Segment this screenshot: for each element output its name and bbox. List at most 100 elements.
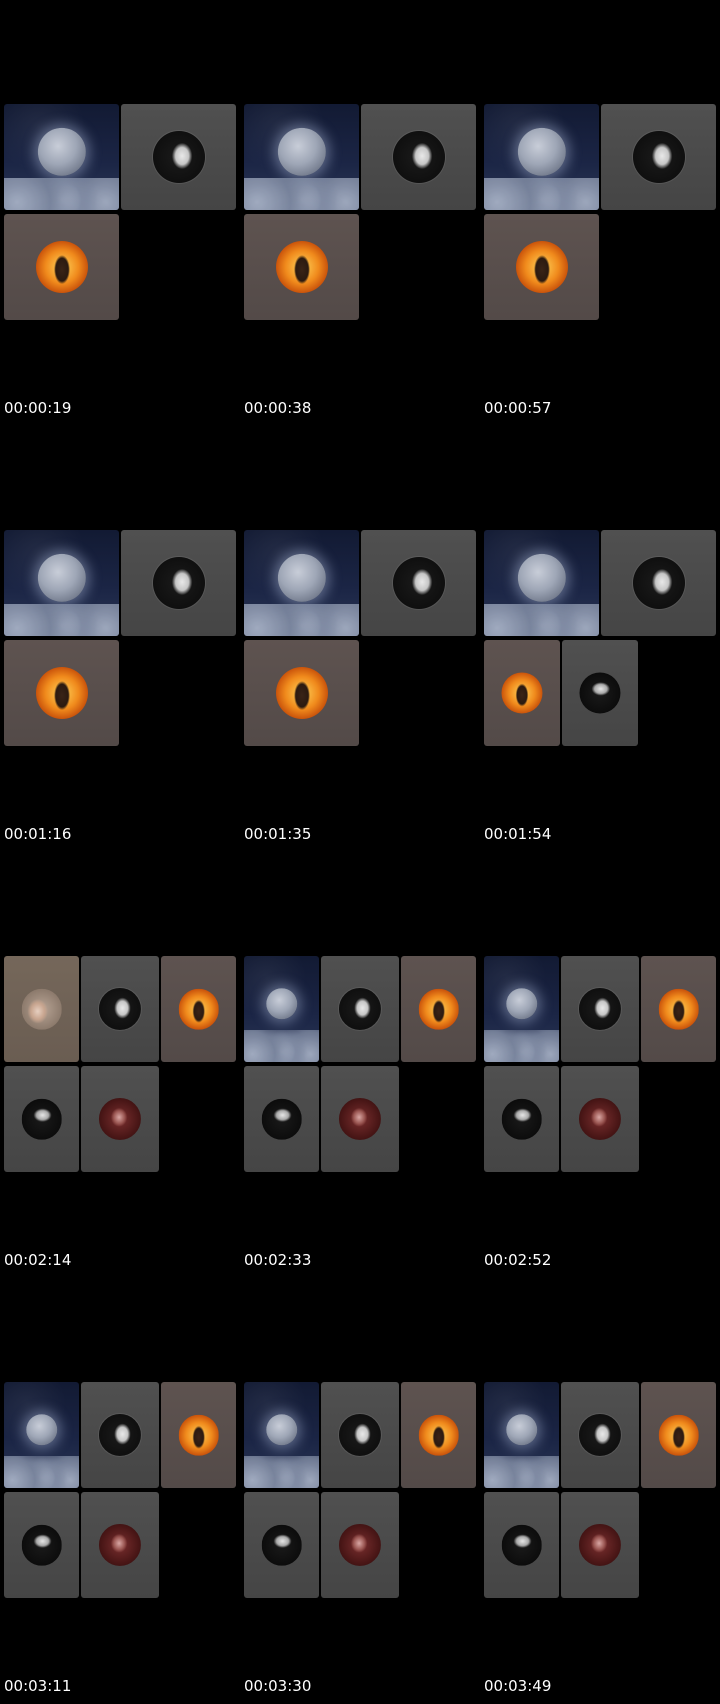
mono-avatar-tile[interactable] xyxy=(244,1492,319,1598)
timestamp: 00:03:49 xyxy=(484,1677,552,1695)
woman-avatar-tile[interactable] xyxy=(321,1382,399,1488)
moon-image xyxy=(517,127,566,176)
fire-avatar-tile[interactable] xyxy=(484,214,599,320)
moon-tile[interactable] xyxy=(484,956,559,1062)
timestamp: 00:00:57 xyxy=(484,399,552,417)
frame-9: 00:02:52 xyxy=(480,852,720,1278)
fire-avatar xyxy=(418,1414,459,1456)
red-avatar xyxy=(578,1523,622,1567)
red-avatar-tile[interactable] xyxy=(561,1492,639,1598)
moon-image xyxy=(277,127,326,176)
fire-avatar-tile[interactable] xyxy=(161,1382,236,1488)
woman-avatar xyxy=(578,987,622,1031)
fire-avatar-tile[interactable] xyxy=(401,1382,476,1488)
red-avatar-tile[interactable] xyxy=(81,1492,159,1598)
cloud-image xyxy=(244,178,359,210)
fire-avatar-tile[interactable] xyxy=(641,956,716,1062)
frame-3: 00:00:57 xyxy=(480,0,720,426)
woman-avatar xyxy=(632,131,685,183)
fire-avatar xyxy=(501,672,543,714)
fire-avatar-tile[interactable] xyxy=(161,956,236,1062)
fire-avatar-tile[interactable] xyxy=(244,214,359,320)
frame-7: 00:02:14 xyxy=(0,852,240,1278)
mono-avatar-tile[interactable] xyxy=(4,1492,79,1598)
moon-tile[interactable] xyxy=(484,1382,559,1488)
tile-grid xyxy=(480,956,720,1172)
moon-tile[interactable] xyxy=(484,104,599,210)
tile-grid xyxy=(240,956,480,1172)
mono-avatar xyxy=(261,1098,302,1140)
frame-6: 00:01:54 xyxy=(480,426,720,852)
hand-avatar-tile[interactable] xyxy=(4,956,79,1062)
mono-avatar-tile[interactable] xyxy=(562,640,638,746)
fire-avatar-tile[interactable] xyxy=(244,640,359,746)
woman-avatar-tile[interactable] xyxy=(561,956,639,1062)
fire-avatar xyxy=(35,667,88,719)
red-avatar-tile[interactable] xyxy=(561,1066,639,1172)
moon-tile[interactable] xyxy=(484,530,599,636)
mono-avatar-tile[interactable] xyxy=(484,1066,559,1172)
cloud-image xyxy=(484,1030,559,1062)
tile-grid xyxy=(0,1382,240,1598)
frame-12: 00:03:49 xyxy=(480,1278,720,1704)
red-avatar xyxy=(578,1097,622,1141)
woman-avatar-tile[interactable] xyxy=(601,530,716,636)
moon-tile[interactable] xyxy=(244,104,359,210)
woman-avatar-tile[interactable] xyxy=(81,956,159,1062)
red-avatar-tile[interactable] xyxy=(321,1066,399,1172)
woman-avatar-tile[interactable] xyxy=(121,530,236,636)
mono-avatar xyxy=(501,1098,542,1140)
hand-avatar xyxy=(21,988,62,1030)
fire-avatar xyxy=(178,988,219,1030)
mono-avatar-tile[interactable] xyxy=(484,1492,559,1598)
frame-4: 00:01:16 xyxy=(0,426,240,852)
cloud-image xyxy=(484,604,599,636)
red-avatar xyxy=(338,1097,382,1141)
woman-avatar xyxy=(632,557,685,609)
woman-avatar-tile[interactable] xyxy=(361,530,476,636)
woman-avatar-tile[interactable] xyxy=(121,104,236,210)
mono-avatar xyxy=(21,1098,62,1140)
fire-avatar-tile[interactable] xyxy=(4,640,119,746)
woman-avatar xyxy=(152,557,205,609)
tile-grid xyxy=(480,530,720,746)
cloud-image xyxy=(484,1456,559,1488)
woman-avatar-tile[interactable] xyxy=(601,104,716,210)
woman-avatar-tile[interactable] xyxy=(321,956,399,1062)
tile-grid xyxy=(0,530,240,746)
red-avatar-tile[interactable] xyxy=(321,1492,399,1598)
fire-avatar-tile[interactable] xyxy=(4,214,119,320)
woman-avatar xyxy=(98,1413,142,1457)
moon-tile[interactable] xyxy=(244,956,319,1062)
timestamp: 00:01:35 xyxy=(244,825,312,843)
moon-image xyxy=(37,127,86,176)
woman-avatar-tile[interactable] xyxy=(361,104,476,210)
tile-grid xyxy=(240,530,480,746)
fire-avatar-tile[interactable] xyxy=(641,1382,716,1488)
tile-grid xyxy=(240,104,480,320)
fire-avatar xyxy=(658,988,699,1030)
red-avatar-tile[interactable] xyxy=(81,1066,159,1172)
red-avatar xyxy=(338,1523,382,1567)
mono-avatar-tile[interactable] xyxy=(244,1066,319,1172)
timestamp: 00:00:38 xyxy=(244,399,312,417)
fire-avatar-tile[interactable] xyxy=(401,956,476,1062)
fire-avatar-tile[interactable] xyxy=(484,640,560,746)
timestamp: 00:02:33 xyxy=(244,1251,312,1269)
frame-5: 00:01:35 xyxy=(240,426,480,852)
mono-avatar-tile[interactable] xyxy=(4,1066,79,1172)
frame-8: 00:02:33 xyxy=(240,852,480,1278)
moon-tile[interactable] xyxy=(4,530,119,636)
moon-image xyxy=(37,553,86,602)
moon-tile[interactable] xyxy=(244,530,359,636)
moon-tile[interactable] xyxy=(4,104,119,210)
cloud-image xyxy=(4,604,119,636)
woman-avatar-tile[interactable] xyxy=(81,1382,159,1488)
woman-avatar-tile[interactable] xyxy=(561,1382,639,1488)
moon-tile[interactable] xyxy=(4,1382,79,1488)
frame-10: 00:03:11 xyxy=(0,1278,240,1704)
moon-tile[interactable] xyxy=(244,1382,319,1488)
cloud-image xyxy=(484,178,599,210)
moon-image xyxy=(265,987,298,1020)
frame-11: 00:03:30 xyxy=(240,1278,480,1704)
